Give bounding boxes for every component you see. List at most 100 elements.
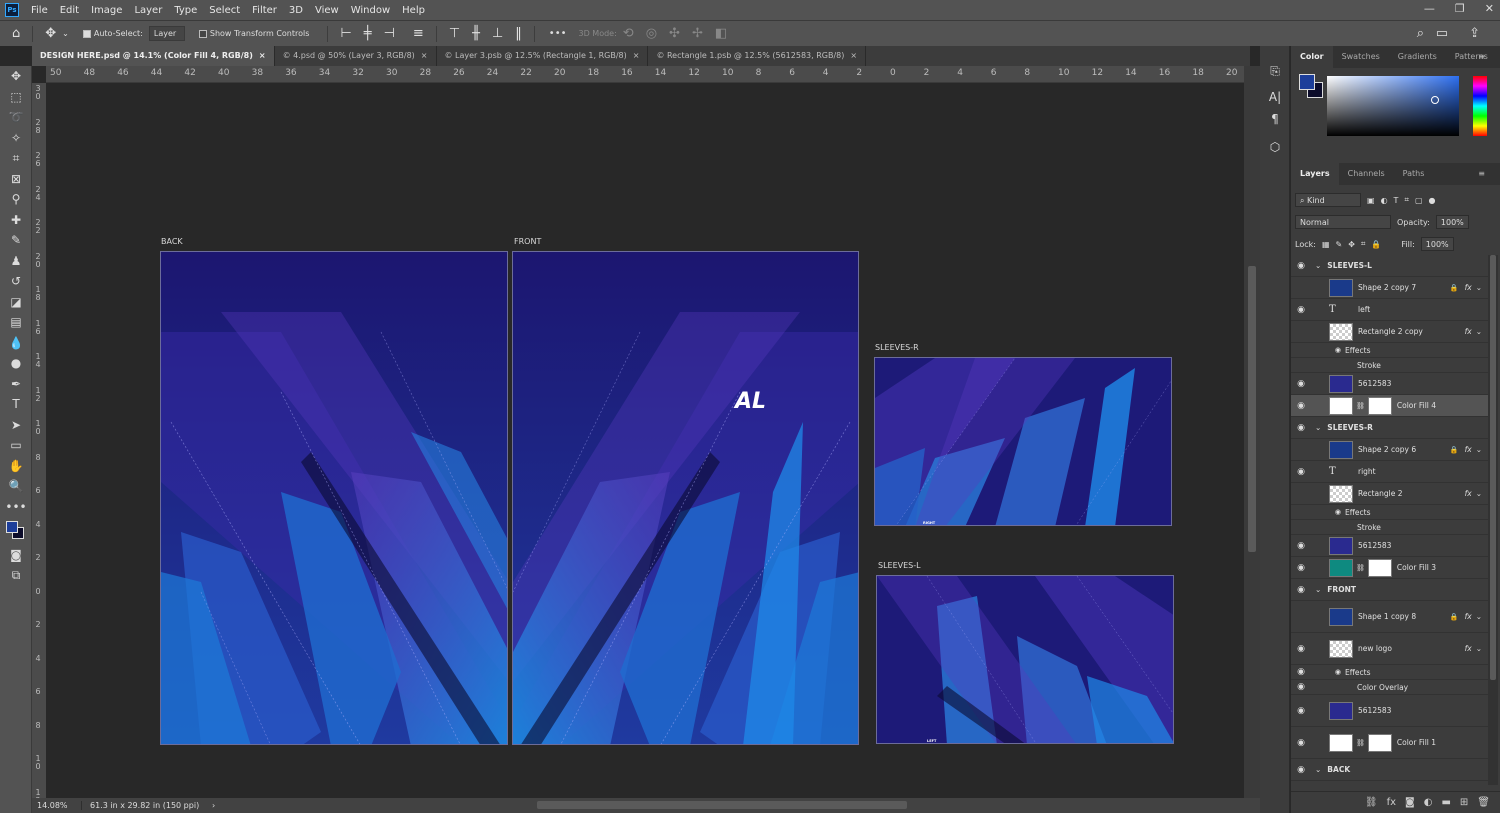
align-left-icon[interactable]: ⊢ xyxy=(340,26,351,41)
layer-thumbnail[interactable] xyxy=(1329,733,1353,752)
layer-group-row[interactable]: ◉ ⌄ SLEEVES-R xyxy=(1291,417,1488,439)
new-group-icon[interactable]: ▬ xyxy=(1441,797,1450,808)
layer-row[interactable]: ○ Shape 2 copy 7 🔒 fx ⌄ xyxy=(1291,277,1488,299)
layer-group-row[interactable]: ◉ ⌄ SLEEVES-L xyxy=(1291,255,1488,277)
chevron-down-icon[interactable]: ⌄ xyxy=(1315,423,1321,432)
mask-link-icon[interactable]: ⛓ xyxy=(1356,564,1365,572)
visibility-eye-icon[interactable]: ○ xyxy=(1291,522,1311,532)
move-tool-icon[interactable]: ✥ xyxy=(45,26,56,41)
visibility-eye-icon[interactable]: ◉ xyxy=(1291,379,1311,389)
distribute-vertical-icon[interactable]: ‖ xyxy=(515,26,522,41)
screen-mode-icon[interactable]: ⧉ xyxy=(0,566,32,587)
crop-tool-icon[interactable]: ⌗ xyxy=(0,148,32,169)
magic-wand-tool-icon[interactable]: ✧ xyxy=(0,128,32,149)
visibility-eye-icon[interactable]: ◉ xyxy=(1291,667,1311,677)
tab-gradients[interactable]: Gradients xyxy=(1389,46,1446,68)
tab-close-button[interactable]: × xyxy=(421,51,428,60)
add-style-icon[interactable]: fx xyxy=(1387,797,1396,808)
panel-menu-icon[interactable]: ≡ xyxy=(1469,163,1494,185)
auto-select-checkbox[interactable] xyxy=(82,29,94,38)
minimize-button[interactable]: — xyxy=(1424,2,1435,15)
foreground-color-swatch[interactable] xyxy=(1299,74,1315,90)
tab-paths[interactable]: Paths xyxy=(1394,163,1434,185)
foreground-color-swatch[interactable] xyxy=(6,521,18,533)
layer-mask-thumbnail[interactable] xyxy=(1367,558,1392,577)
visibility-eye-icon[interactable]: ◉ xyxy=(1291,765,1311,775)
layer-row[interactable]: ◉ 5612583 xyxy=(1291,535,1488,557)
layer-mask-thumbnail[interactable] xyxy=(1367,396,1392,415)
visibility-eye-icon[interactable]: ◉ xyxy=(1291,467,1311,477)
auto-select-dropdown[interactable]: Layer xyxy=(148,26,185,41)
menu-item-window[interactable]: Window xyxy=(345,5,396,16)
layer-row[interactable]: ◉ 5612583 xyxy=(1291,373,1488,395)
chevron-right-icon[interactable]: › xyxy=(212,801,215,810)
scale-3d-icon[interactable]: ◧ xyxy=(715,26,727,41)
rectangle-tool-icon[interactable]: ▭ xyxy=(0,435,32,456)
artboard-label-sleeves-l[interactable]: SLEEVES-L xyxy=(878,561,921,570)
visibility-eye-icon[interactable]: ◉ xyxy=(1291,541,1311,551)
search-icon[interactable]: ⌕ xyxy=(1417,26,1424,41)
chevron-down-icon[interactable]: ⌄ xyxy=(1315,765,1321,774)
vertical-scrollbar[interactable] xyxy=(1244,66,1260,798)
filter-type-icon[interactable]: T xyxy=(1394,196,1399,205)
visibility-eye-icon[interactable]: ◉ xyxy=(1291,738,1311,748)
artboard-sleeves-l[interactable]: LEFT xyxy=(876,575,1174,744)
chevron-down-icon[interactable]: ⌄ xyxy=(1476,612,1482,621)
filter-toggle-icon[interactable]: ● xyxy=(1429,196,1436,205)
panel-menu-icon[interactable]: ≡ xyxy=(1469,46,1494,68)
layer-thumbnail[interactable] xyxy=(1329,536,1353,555)
visibility-eye-icon[interactable]: ○ xyxy=(1291,283,1311,293)
healing-brush-tool-icon[interactable]: ✚ xyxy=(0,210,32,231)
brush-tool-icon[interactable]: ✎ xyxy=(0,230,32,251)
layer-row[interactable]: ◉ Tleft xyxy=(1291,299,1488,321)
visibility-eye-icon[interactable]: ◉ xyxy=(1291,305,1311,315)
visibility-eye-icon[interactable]: ◉ xyxy=(1291,682,1311,692)
menu-item-image[interactable]: Image xyxy=(85,5,128,16)
layer-row[interactable]: ○ Stroke xyxy=(1291,520,1488,535)
visibility-eye-icon[interactable]: ○ xyxy=(1291,612,1311,622)
menu-item-3d[interactable]: 3D xyxy=(283,5,309,16)
chevron-down-icon[interactable]: ⌄ xyxy=(1476,489,1482,498)
fx-icon[interactable]: fx xyxy=(1465,489,1472,498)
path-selection-tool-icon[interactable]: ➤ xyxy=(0,415,32,436)
layer-group-row[interactable]: ◉ ⌄ BACK xyxy=(1291,759,1488,781)
visibility-eye-icon[interactable]: ○ xyxy=(1291,327,1311,337)
align-bottom-icon[interactable]: ⊥ xyxy=(492,26,503,41)
tab-close-button[interactable]: × xyxy=(850,51,857,60)
artboard-sleeves-r[interactable]: RIGHT xyxy=(874,357,1172,526)
tab-channels[interactable]: Channels xyxy=(1339,163,1394,185)
visibility-eye-icon[interactable]: ○ xyxy=(1291,360,1311,370)
artboard-label-back[interactable]: BACK xyxy=(161,237,183,246)
menu-item-layer[interactable]: Layer xyxy=(128,5,168,16)
menu-item-select[interactable]: Select xyxy=(203,5,246,16)
chevron-down-icon[interactable]: ⌄ xyxy=(1315,261,1321,270)
history-panel-icon[interactable]: ⎘ xyxy=(1260,60,1290,82)
blur-tool-icon[interactable]: 💧 xyxy=(0,333,32,354)
hue-slider[interactable] xyxy=(1473,76,1487,136)
visibility-eye-icon[interactable]: ◉ xyxy=(1291,261,1311,271)
frame-tool-icon[interactable]: ⊠ xyxy=(0,169,32,190)
pen-tool-icon[interactable]: ✒ xyxy=(0,374,32,395)
layer-thumbnail[interactable] xyxy=(1329,639,1353,658)
eyedropper-tool-icon[interactable]: ⚲ xyxy=(0,189,32,210)
restore-button[interactable]: ❐ xyxy=(1455,2,1465,15)
visibility-eye-icon[interactable]: ◉ xyxy=(1291,423,1311,433)
layer-row[interactable]: ○ Rectangle 2 copy fx ⌄ xyxy=(1291,321,1488,343)
menu-item-file[interactable]: File xyxy=(25,5,54,16)
delete-layer-icon[interactable]: 🗑 xyxy=(1477,797,1490,808)
lock-position-icon[interactable]: ✥ xyxy=(1348,240,1355,249)
tab-design-here[interactable]: DESIGN HERE.psd @ 14.1% (Color Fill 4, R… xyxy=(32,46,275,66)
visibility-eye-icon[interactable]: ◉ xyxy=(1291,401,1311,411)
orbit-3d-icon[interactable]: ⟲ xyxy=(623,26,634,41)
chevron-down-icon[interactable]: ⌄ xyxy=(1476,445,1482,454)
document-info[interactable]: 61.3 in x 29.82 in (150 ppi) xyxy=(82,801,212,810)
layer-row[interactable]: ○ ◉ Effects xyxy=(1291,505,1488,520)
fx-icon[interactable]: fx xyxy=(1465,612,1472,621)
layer-row[interactable]: ◉ ◉ Effects xyxy=(1291,665,1488,680)
edit-toolbar-icon[interactable]: ••• xyxy=(0,497,32,518)
close-window-button[interactable]: ✕ xyxy=(1485,2,1494,15)
hand-tool-icon[interactable]: ✋ xyxy=(0,456,32,477)
3d-panel-icon[interactable]: ⬡ xyxy=(1260,136,1290,158)
tab-close-button[interactable]: × xyxy=(633,51,640,60)
layer-row[interactable]: ○ Shape 1 copy 8 🔒 fx ⌄ xyxy=(1291,601,1488,633)
